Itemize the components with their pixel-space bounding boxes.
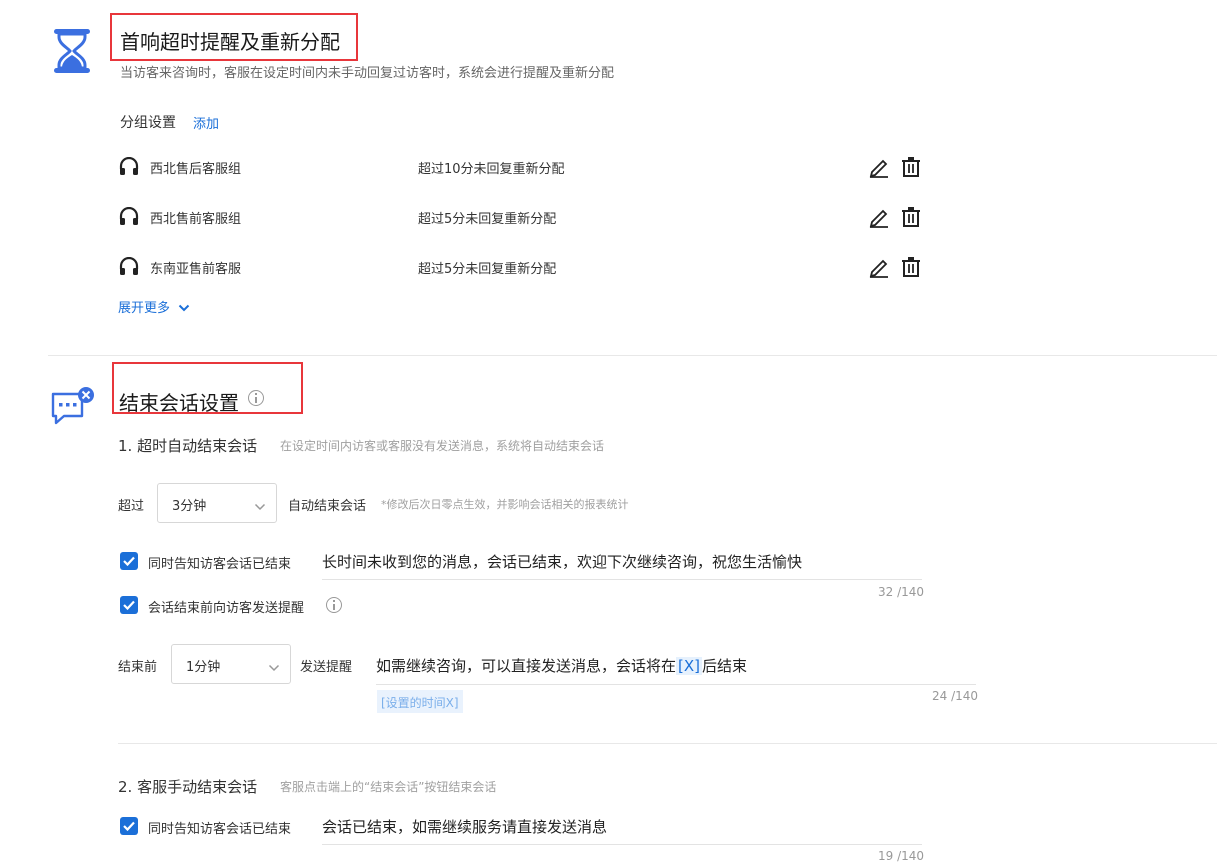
expand-more-label: 展开更多: [118, 301, 171, 316]
section-description: 当访客来咨询时，客服在设定时间内未手动回复过访客时，系统会进行提醒及重新分配: [120, 66, 615, 81]
group-rule: 超过5分未回复重新分配: [418, 262, 557, 277]
remind-checkbox[interactable]: [120, 596, 138, 614]
group-rule: 超过5分未回复重新分配: [418, 212, 557, 227]
select-value: 3分钟: [172, 499, 207, 514]
info-icon[interactable]: [326, 597, 342, 613]
subsection-divider: [118, 743, 1217, 744]
manual-notify-message[interactable]: 会话已结束，如需继续服务请直接发送消息: [322, 816, 607, 837]
group-name: 西北售前客服组: [150, 212, 242, 227]
headset-icon: [118, 256, 140, 281]
variable-chip-label: [设置的时间X]: [381, 696, 459, 710]
group-name: 西北售后客服组: [150, 162, 242, 177]
headset-icon: [118, 156, 140, 181]
auto-end-time-select[interactable]: 3分钟: [157, 483, 277, 523]
info-icon[interactable]: [248, 390, 264, 406]
trash-icon[interactable]: [901, 156, 921, 182]
group-row: 东南亚售前客服 超过5分未回复重新分配: [118, 255, 928, 279]
notify-end-message[interactable]: 长时间未收到您的消息，会话已结束，欢迎下次继续咨询，祝您生活愉快: [322, 551, 802, 572]
section-title: 结束会话设置: [119, 391, 239, 415]
chevron-down-icon: [268, 658, 280, 677]
chat-close-icon: [50, 386, 96, 428]
edit-icon[interactable]: [868, 156, 890, 182]
group-row: 西北售后客服组 超过10分未回复重新分配: [118, 155, 928, 179]
message-underline: [322, 844, 922, 845]
remind-time-select[interactable]: 1分钟: [171, 644, 291, 684]
remind-message[interactable]: 如需继续咨询，可以直接发送消息，会话将在 [X] 后结束: [376, 655, 747, 676]
group-settings-label: 分组设置: [120, 115, 176, 131]
edit-icon[interactable]: [868, 206, 890, 232]
send-remind-label: 发送提醒: [300, 660, 353, 675]
group-rule: 超过10分未回复重新分配: [418, 162, 565, 177]
manual-end-heading: 2. 客服手动结束会话: [118, 778, 258, 796]
section-title: 首响超时提醒及重新分配: [120, 30, 340, 54]
headset-icon: [118, 206, 140, 231]
select-value: 1分钟: [186, 660, 221, 675]
group-name: 东南亚售前客服: [150, 262, 242, 277]
add-group-link[interactable]: 添加: [193, 113, 219, 132]
before-end-label: 结束前: [118, 660, 158, 675]
manual-notify-label: 同时告知访客会话已结束: [148, 822, 292, 837]
insert-variable-chip[interactable]: [设置的时间X]: [377, 690, 463, 713]
char-count: 19 /140: [878, 849, 925, 863]
notify-end-checkbox[interactable]: [120, 552, 138, 570]
auto-end-hint: 在设定时间内访客或客服没有发送消息，系统将自动结束会话: [280, 439, 605, 453]
auto-end-note: *修改后次日零点生效，并影响会话相关的报表统计: [381, 498, 629, 511]
message-underline: [376, 684, 976, 685]
notify-end-label: 同时告知访客会话已结束: [148, 557, 292, 572]
manual-end-hint: 客服点击端上的“结束会话”按钮结束会话: [280, 780, 497, 794]
chevron-down-icon: [254, 497, 266, 516]
remind-label: 会话结束前向访客发送提醒: [148, 601, 305, 616]
trash-icon[interactable]: [901, 256, 921, 282]
expand-more-link[interactable]: 展开更多: [118, 297, 190, 317]
remind-message-text: 后结束: [702, 657, 748, 675]
auto-end-suffix: 自动结束会话: [288, 499, 367, 514]
manual-notify-checkbox[interactable]: [120, 817, 138, 835]
time-variable: [X]: [676, 657, 702, 675]
char-count: 24 /140: [932, 689, 979, 703]
exceed-label: 超过: [118, 499, 145, 514]
section-divider: [48, 355, 1217, 356]
chevron-down-icon: [178, 298, 190, 317]
trash-icon[interactable]: [901, 206, 921, 232]
remind-message-text: 如需继续咨询，可以直接发送消息，会话将在: [376, 657, 677, 675]
group-row: 西北售前客服组 超过5分未回复重新分配: [118, 205, 928, 229]
auto-end-heading: 1. 超时自动结束会话: [118, 437, 258, 455]
message-underline: [322, 579, 922, 580]
edit-icon[interactable]: [868, 256, 890, 282]
hourglass-icon: [52, 28, 92, 74]
char-count: 32 /140: [878, 585, 925, 599]
